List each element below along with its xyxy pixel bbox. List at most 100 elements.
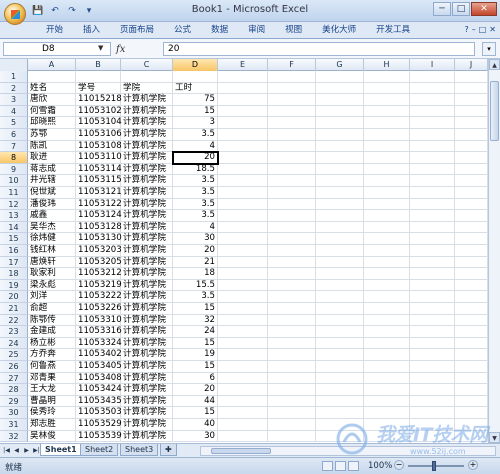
row-header[interactable]: 16 xyxy=(0,245,28,257)
cell-b[interactable]: 11053212 xyxy=(76,268,122,280)
empty-cell[interactable] xyxy=(268,117,316,129)
help-icon[interactable]: ? xyxy=(464,25,468,34)
empty-cell[interactable] xyxy=(268,152,316,164)
empty-cell[interactable] xyxy=(364,198,410,211)
select-all-corner[interactable] xyxy=(0,59,28,71)
cell-c[interactable]: 计算机学院 xyxy=(121,361,173,373)
cell-d[interactable]: 工时 xyxy=(173,82,218,95)
empty-cell[interactable] xyxy=(364,407,410,419)
empty-cell[interactable] xyxy=(316,71,364,83)
empty-cell[interactable] xyxy=(218,314,268,327)
row-header[interactable]: 5 xyxy=(0,117,28,129)
empty-cell[interactable] xyxy=(218,291,268,303)
empty-cell[interactable] xyxy=(316,384,364,396)
cell-d[interactable]: 18.5 xyxy=(173,163,218,176)
cell-c[interactable]: 计算机学院 xyxy=(121,349,173,361)
cell-a[interactable]: 俞超 xyxy=(28,303,76,315)
cell-d[interactable] xyxy=(173,71,218,83)
cell-d[interactable]: 20 xyxy=(173,152,218,164)
row-header[interactable]: 22 xyxy=(0,314,28,327)
cell-b[interactable]: 11053226 xyxy=(76,303,122,315)
empty-cell[interactable] xyxy=(364,326,410,338)
cell-d[interactable]: 3.5 xyxy=(173,198,218,211)
cell-c[interactable]: 计算机学院 xyxy=(121,210,173,222)
fx-icon[interactable]: fx xyxy=(116,44,125,55)
empty-cell[interactable] xyxy=(410,163,455,176)
empty-cell[interactable] xyxy=(268,71,316,83)
empty-cell[interactable] xyxy=(455,407,488,419)
empty-cell[interactable] xyxy=(455,430,488,443)
empty-cell[interactable] xyxy=(455,268,488,280)
empty-cell[interactable] xyxy=(218,187,268,199)
cell-a[interactable]: 苏鄂 xyxy=(28,129,76,141)
cell-d[interactable]: 15 xyxy=(173,105,218,118)
empty-cell[interactable] xyxy=(364,384,410,396)
cell-b[interactable]: 11053503 xyxy=(76,407,122,419)
cell-c[interactable]: 计算机学院 xyxy=(121,407,173,419)
cell-a[interactable]: 郑志胜 xyxy=(28,419,76,431)
empty-cell[interactable] xyxy=(268,314,316,327)
empty-cell[interactable] xyxy=(218,175,268,187)
ribbon-minimize-button[interactable]: – xyxy=(472,25,476,34)
empty-cell[interactable] xyxy=(455,198,488,211)
empty-cell[interactable] xyxy=(410,268,455,280)
sheet-tab[interactable]: Sheet2 xyxy=(80,444,119,456)
cell-b[interactable]: 学号 xyxy=(76,82,121,95)
empty-cell[interactable] xyxy=(364,430,410,443)
column-header[interactable]: J xyxy=(455,59,488,71)
column-header[interactable]: A xyxy=(28,59,76,71)
empty-cell[interactable] xyxy=(218,210,268,222)
cell-d[interactable]: 44 xyxy=(173,395,218,408)
row-header[interactable]: 11 xyxy=(0,187,28,199)
scroll-up-icon[interactable]: ▲ xyxy=(489,59,500,70)
empty-cell[interactable] xyxy=(268,256,316,269)
cell-c[interactable]: 计算机学院 xyxy=(121,117,173,129)
cell-a[interactable]: 何雪霜 xyxy=(28,105,76,118)
cell-a[interactable]: 潘俊玮 xyxy=(28,198,76,211)
empty-cell[interactable] xyxy=(455,326,488,338)
empty-cell[interactable] xyxy=(364,140,410,153)
empty-cell[interactable] xyxy=(364,82,410,95)
cell-b[interactable]: 11053122 xyxy=(76,198,122,211)
empty-cell[interactable] xyxy=(316,419,364,431)
cell-b[interactable]: 11053121 xyxy=(76,187,122,199)
cell-c[interactable]: 计算机学院 xyxy=(121,198,173,211)
empty-cell[interactable] xyxy=(410,152,455,164)
empty-cell[interactable] xyxy=(218,407,268,419)
cell-c[interactable]: 计算机学院 xyxy=(121,245,173,257)
cell-d[interactable]: 3.5 xyxy=(173,187,218,199)
cell-b[interactable]: 11053130 xyxy=(76,233,122,245)
ribbon-tab[interactable]: 视图 xyxy=(275,24,312,37)
empty-cell[interactable] xyxy=(364,221,410,234)
empty-cell[interactable] xyxy=(410,279,455,292)
empty-cell[interactable] xyxy=(218,129,268,141)
name-box[interactable]: D8 xyxy=(3,42,111,56)
cell-b[interactable]: 11053316 xyxy=(76,326,122,338)
empty-cell[interactable] xyxy=(364,314,410,327)
empty-cell[interactable] xyxy=(410,361,455,373)
empty-cell[interactable] xyxy=(455,140,488,153)
empty-cell[interactable] xyxy=(410,314,455,327)
cell-d[interactable]: 18 xyxy=(173,268,218,280)
minimize-button[interactable]: ─ xyxy=(433,2,451,16)
ribbon-close-button[interactable]: ✕ xyxy=(489,25,496,34)
empty-cell[interactable] xyxy=(218,337,268,350)
cell-d[interactable]: 15 xyxy=(173,337,218,350)
maximize-button[interactable]: □ xyxy=(452,2,470,16)
empty-cell[interactable] xyxy=(410,419,455,431)
empty-cell[interactable] xyxy=(364,187,410,199)
empty-cell[interactable] xyxy=(410,430,455,443)
empty-cell[interactable] xyxy=(218,419,268,431)
empty-cell[interactable] xyxy=(455,361,488,373)
cell-b[interactable]: 11053219 xyxy=(76,279,122,292)
empty-cell[interactable] xyxy=(410,221,455,234)
empty-cell[interactable] xyxy=(268,407,316,419)
empty-cell[interactable] xyxy=(410,256,455,269)
empty-cell[interactable] xyxy=(455,337,488,350)
cell-d[interactable]: 15 xyxy=(173,303,218,315)
empty-cell[interactable] xyxy=(316,105,364,118)
row-header[interactable]: 28 xyxy=(0,384,28,396)
cell-b[interactable]: 11053539 xyxy=(76,430,122,443)
scroll-down-icon[interactable]: ▼ xyxy=(489,432,500,443)
cell-b[interactable]: 11053114 xyxy=(76,163,122,176)
